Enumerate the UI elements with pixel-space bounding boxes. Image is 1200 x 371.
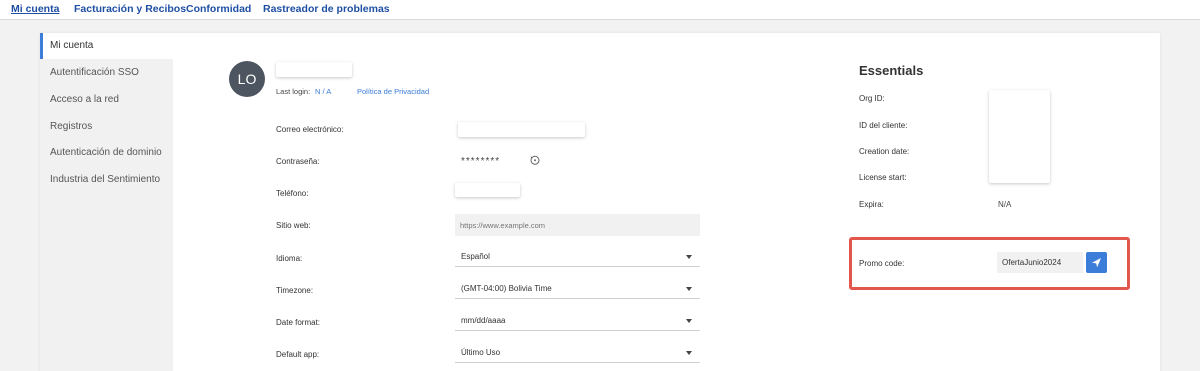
- top-navigation: Mi cuenta Facturación y Recibos Conformi…: [0, 0, 1200, 20]
- last-login-label: Last login:: [276, 87, 311, 96]
- caret-down-icon: [686, 351, 692, 355]
- nav-mi-cuenta[interactable]: Mi cuenta: [11, 3, 59, 15]
- sidebar-item-mi-cuenta[interactable]: Mi cuenta: [40, 33, 173, 59]
- sidebar-item-domain-auth[interactable]: Autenticación de dominio: [40, 140, 173, 166]
- nav-facturacion[interactable]: Facturación y Recibos: [74, 3, 186, 15]
- nav-conformidad[interactable]: Conformidad: [186, 3, 251, 15]
- date-format-label: Date format:: [276, 318, 321, 327]
- language-label: Idioma:: [276, 254, 303, 263]
- default-app-label: Default app:: [276, 350, 320, 359]
- essentials-values-box: [989, 90, 1050, 183]
- client-id-label: ID del cliente:: [859, 121, 908, 130]
- website-label: Sitio web:: [276, 221, 311, 230]
- email-label: Correo electrónico:: [276, 125, 344, 134]
- privacy-policy-link[interactable]: Política de Privacidad: [357, 87, 429, 96]
- essentials-title: Essentials: [859, 63, 924, 78]
- caret-down-icon: [686, 287, 692, 291]
- language-value: Español: [461, 252, 490, 261]
- caret-down-icon: [686, 319, 692, 323]
- org-id-label: Org ID:: [859, 94, 885, 103]
- sidebar-item-sso[interactable]: Autentificación SSO: [40, 60, 173, 86]
- expires-value: N/A: [998, 200, 1012, 209]
- default-app-select[interactable]: Último Uso: [455, 343, 700, 363]
- expires-label: Expira:: [859, 200, 884, 209]
- caret-down-icon: [686, 255, 692, 259]
- reveal-password-icon[interactable]: [529, 154, 541, 166]
- website-input[interactable]: [455, 214, 700, 236]
- sidebar-item-network-access[interactable]: Acceso a la red: [40, 87, 173, 113]
- date-format-value: mm/dd/aaaa: [461, 316, 506, 325]
- user-name-field: [276, 62, 352, 77]
- promo-code-label: Promo code:: [859, 259, 905, 268]
- sidebar-item-logs[interactable]: Registros: [40, 114, 173, 140]
- timezone-label: Timezone:: [276, 286, 314, 295]
- password-value: ********: [461, 156, 501, 167]
- promo-code-input[interactable]: OfertaJunio2024: [997, 252, 1083, 273]
- promo-submit-button[interactable]: [1086, 252, 1107, 273]
- avatar: LO: [229, 61, 265, 97]
- account-card: Mi cuenta Autentificación SSO Acceso a l…: [40, 33, 1160, 371]
- phone-label: Teléfono:: [276, 189, 309, 198]
- default-app-value: Último Uso: [461, 348, 501, 357]
- password-label: Contraseña:: [276, 157, 320, 166]
- creation-date-label: Creation date:: [859, 147, 910, 156]
- language-select[interactable]: Español: [455, 247, 700, 267]
- last-login-value[interactable]: N / A: [315, 87, 331, 96]
- phone-field[interactable]: [455, 183, 520, 197]
- email-field[interactable]: [458, 122, 585, 137]
- sidebar-item-industry[interactable]: Industria del Sentimiento: [40, 167, 173, 193]
- timezone-value: (GMT-04:00) Bolivia Time: [461, 284, 552, 293]
- settings-sidebar: Mi cuenta Autentificación SSO Acceso a l…: [40, 33, 173, 371]
- send-icon: [1092, 258, 1101, 268]
- license-start-label: License start:: [859, 173, 907, 182]
- timezone-select[interactable]: (GMT-04:00) Bolivia Time: [455, 279, 700, 299]
- date-format-select[interactable]: mm/dd/aaaa: [455, 311, 700, 331]
- nav-rastreador[interactable]: Rastreador de problemas: [263, 3, 390, 15]
